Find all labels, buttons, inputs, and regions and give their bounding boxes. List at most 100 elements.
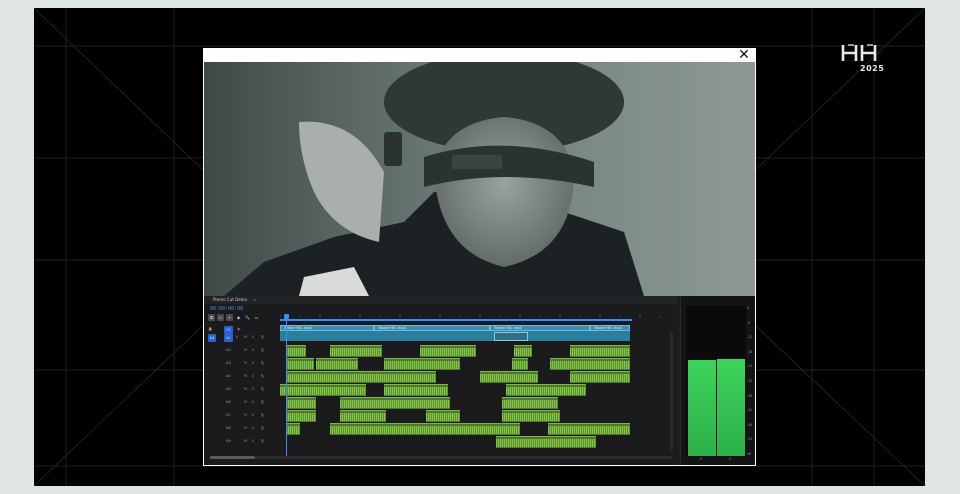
audio-clip[interactable] bbox=[280, 384, 366, 396]
hh-logo-icon bbox=[841, 44, 877, 61]
meter-channel-label[interactable]: S bbox=[729, 457, 731, 461]
audio-clip[interactable] bbox=[286, 397, 316, 409]
audio-clip[interactable] bbox=[286, 358, 314, 370]
scrollbar-thumb[interactable] bbox=[210, 456, 255, 459]
audio-clip[interactable] bbox=[286, 410, 316, 422]
mic-icon[interactable]: 🎙 bbox=[260, 387, 265, 391]
solo-button[interactable]: S bbox=[252, 374, 254, 378]
audio-target-toggle[interactable]: A1 bbox=[224, 334, 233, 342]
mute-button[interactable]: M bbox=[244, 426, 247, 430]
audio-clip[interactable] bbox=[286, 423, 300, 435]
audio-clip[interactable] bbox=[330, 345, 382, 357]
audio-clip[interactable] bbox=[316, 358, 358, 370]
clip-label: Teaser HD .mp4 bbox=[284, 326, 312, 330]
track-header-a6: A6 M S 🎙 bbox=[206, 397, 278, 409]
sync-lock-icon[interactable]: 6 bbox=[236, 335, 238, 339]
meter-bar-right bbox=[717, 358, 745, 456]
timeline-tracks[interactable]: Teaser HD .mp4 Teaser HD .mp4 Teaser HD … bbox=[280, 325, 672, 455]
meter-scale-tick: dB bbox=[747, 452, 752, 456]
track-label: A4 bbox=[226, 374, 231, 378]
audio-clip[interactable] bbox=[340, 410, 386, 422]
mic-icon[interactable]: 🎙 bbox=[260, 400, 265, 404]
audio-clip[interactable] bbox=[286, 345, 306, 357]
solo-button[interactable]: S bbox=[252, 426, 254, 430]
track-header-a7: A7 M S 🎙 bbox=[206, 410, 278, 422]
mic-icon[interactable]: 🎙 bbox=[260, 361, 265, 365]
solo-button[interactable]: S bbox=[252, 439, 254, 443]
mute-button[interactable]: M bbox=[244, 374, 247, 378]
vertical-scrollbar[interactable] bbox=[670, 332, 673, 450]
time-ruler[interactable] bbox=[280, 314, 672, 322]
audio-clip[interactable] bbox=[426, 410, 460, 422]
audio-clip[interactable] bbox=[496, 436, 596, 448]
wrench-icon[interactable]: 🔧 bbox=[244, 314, 251, 321]
logo-year: 2025 bbox=[860, 64, 885, 73]
meter-scale-tick: -42 bbox=[747, 408, 753, 413]
clip-label: Teaser HD .mp4 bbox=[378, 326, 406, 330]
mute-button[interactable]: M bbox=[244, 439, 247, 443]
tab-menu-icon[interactable]: ≡ bbox=[253, 297, 256, 302]
solo-button[interactable]: S bbox=[252, 400, 254, 404]
audio-clip[interactable] bbox=[340, 397, 450, 409]
nest-icon[interactable]: ⧉ bbox=[208, 314, 215, 321]
mute-button[interactable]: M bbox=[244, 348, 247, 352]
track-header-a4: A4 M S 🎙 bbox=[206, 371, 278, 383]
audio-clip[interactable] bbox=[502, 410, 560, 422]
track-header-a1: A1 A1 6 M S 🎙 bbox=[206, 332, 278, 344]
audio-clip[interactable] bbox=[550, 358, 630, 370]
solo-button[interactable]: S bbox=[252, 335, 254, 339]
solo-button[interactable]: S bbox=[252, 348, 254, 352]
solo-button[interactable]: S bbox=[252, 361, 254, 365]
solo-button[interactable]: S bbox=[252, 387, 254, 391]
mute-button[interactable]: M bbox=[244, 361, 247, 365]
mic-icon[interactable]: 🎙 bbox=[260, 439, 265, 443]
audio-clip[interactable] bbox=[514, 345, 532, 357]
mute-button[interactable]: M bbox=[244, 400, 247, 404]
audio-clip[interactable] bbox=[570, 345, 630, 357]
editor-panel: Promo Cut Demo ≡ 00:00:00:00 ⧉ ∩ ⚭ ◆ 🔧 ▭ … bbox=[204, 296, 755, 465]
meter-scale: 0 -6 -12 -18 -24 -30 -36 -42 -48 -54 dB bbox=[745, 306, 755, 456]
mic-icon[interactable]: 🎙 bbox=[260, 426, 265, 430]
mic-icon[interactable]: 🎙 bbox=[260, 335, 265, 339]
video-frame[interactable] bbox=[204, 62, 755, 296]
linked-selection-icon[interactable]: ⚭ bbox=[226, 314, 233, 321]
track-header-a9: A9 M S 🎙 bbox=[206, 436, 278, 448]
solo-button[interactable]: S bbox=[252, 413, 254, 417]
track-header-a5: A5 M S 🎙 bbox=[206, 384, 278, 396]
mic-icon[interactable]: 🎙 bbox=[260, 348, 265, 352]
snap-icon[interactable]: ∩ bbox=[217, 314, 224, 321]
audio-clip[interactable] bbox=[502, 397, 558, 409]
audio-clip[interactable] bbox=[506, 384, 586, 396]
audio-clip[interactable] bbox=[512, 358, 528, 370]
timecode-display[interactable]: 00:00:00:00 bbox=[210, 306, 243, 312]
track-label: A2 bbox=[226, 348, 231, 352]
mute-button[interactable]: M bbox=[244, 387, 247, 391]
selected-audio-clip[interactable] bbox=[494, 332, 528, 341]
video-still-image bbox=[204, 62, 755, 296]
audio-clip[interactable] bbox=[330, 423, 520, 435]
horizontal-scrollbar[interactable] bbox=[210, 456, 672, 459]
audio-clip[interactable] bbox=[570, 371, 630, 383]
mic-icon[interactable]: 🎙 bbox=[260, 374, 265, 378]
audio-clip[interactable] bbox=[480, 371, 538, 383]
mute-button[interactable]: M bbox=[244, 413, 247, 417]
mute-button[interactable]: M bbox=[244, 335, 247, 339]
sequence-name[interactable]: Promo Cut Demo bbox=[213, 297, 247, 302]
meter-channel-label[interactable]: S bbox=[700, 457, 702, 461]
audio-clip[interactable] bbox=[286, 371, 436, 383]
lock-icon[interactable]: 🔒 bbox=[208, 327, 212, 331]
captions-icon[interactable]: ▭ bbox=[253, 314, 260, 321]
audio-clip[interactable] bbox=[384, 384, 448, 396]
playhead[interactable] bbox=[286, 318, 287, 458]
mic-icon[interactable]: 🎙 bbox=[260, 413, 265, 417]
audio-clip[interactable] bbox=[384, 358, 460, 370]
close-button[interactable]: ✕ bbox=[737, 48, 751, 62]
audio-clip[interactable] bbox=[548, 423, 630, 435]
eye-icon[interactable]: ◉ bbox=[237, 327, 240, 331]
marker-icon[interactable]: ◆ bbox=[235, 314, 242, 321]
audio-clip-a1[interactable] bbox=[280, 331, 630, 341]
audio-clip[interactable] bbox=[420, 345, 476, 357]
meter-scale-tick: 0 bbox=[747, 306, 750, 310]
audio-source-patch[interactable]: A1 bbox=[208, 334, 216, 342]
timeline-panel: Promo Cut Demo ≡ 00:00:00:00 ⧉ ∩ ⚭ ◆ 🔧 ▭ … bbox=[204, 296, 677, 465]
